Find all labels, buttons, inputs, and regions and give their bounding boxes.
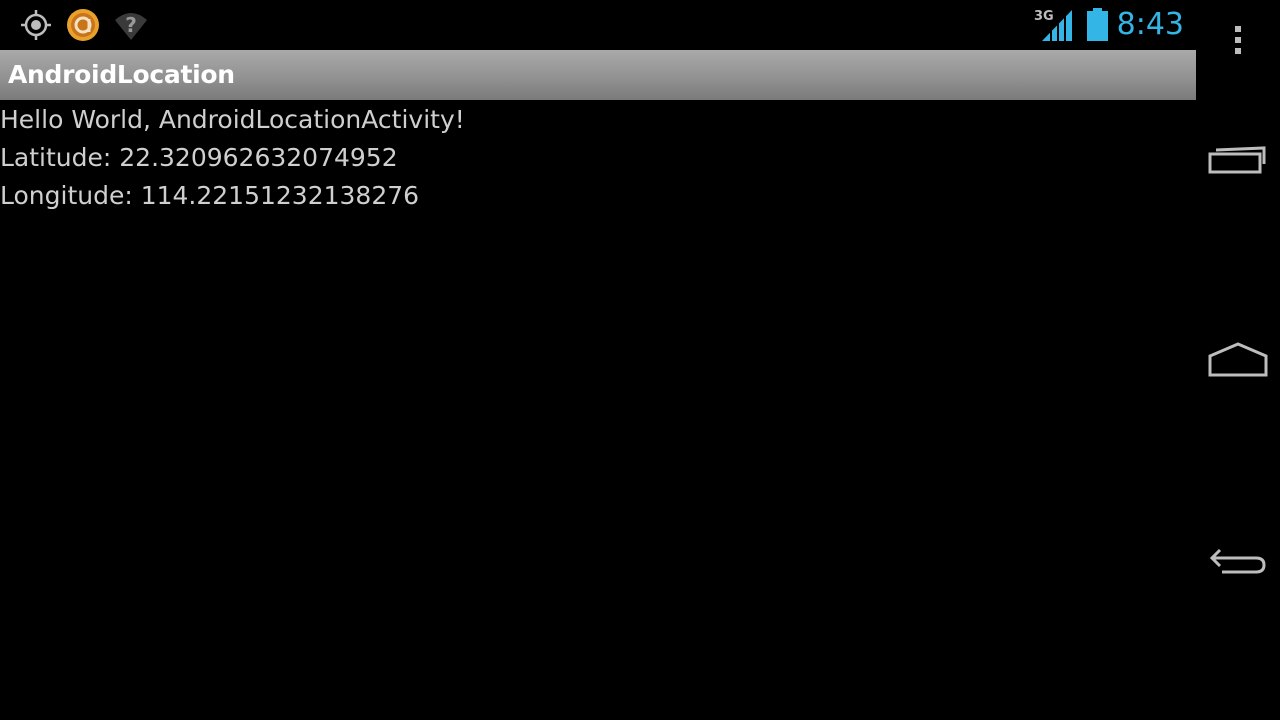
activity-content: Hello World, AndroidLocationActivity! La… (0, 101, 1196, 215)
back-button[interactable] (1196, 530, 1280, 590)
home-icon (1208, 342, 1268, 377)
recent-apps-button[interactable] (1196, 130, 1280, 190)
recent-apps-icon (1208, 146, 1266, 174)
action-bar: AndroidLocation (0, 50, 1196, 100)
status-bar: ? 3G 8:43 (0, 0, 1196, 50)
home-button[interactable] (1196, 330, 1280, 390)
status-clock: 8:43 (1116, 7, 1184, 42)
app-title: AndroidLocation (8, 60, 235, 89)
app-notification-icon (66, 8, 100, 42)
overflow-menu-button[interactable] (1196, 18, 1280, 62)
gps-icon (19, 8, 53, 42)
latitude-text: Latitude: 22.320962632074952 (0, 143, 398, 172)
network-type-label: 3G (1034, 9, 1054, 24)
svg-text:?: ? (125, 13, 137, 37)
overflow-menu-icon (1235, 26, 1241, 54)
longitude-text: Longitude: 114.22151232138276 (0, 181, 420, 210)
wifi-unknown-icon: ? (114, 8, 148, 42)
battery-icon (1086, 8, 1110, 42)
device-screen: ? 3G 8:43 AndroidLocation Hello World, A… (0, 0, 1280, 720)
back-icon (1209, 548, 1266, 574)
navigation-bar (1196, 0, 1280, 720)
signal-3g-icon: 3G (1034, 8, 1074, 42)
greeting-text: Hello World, AndroidLocationActivity! (0, 105, 465, 134)
